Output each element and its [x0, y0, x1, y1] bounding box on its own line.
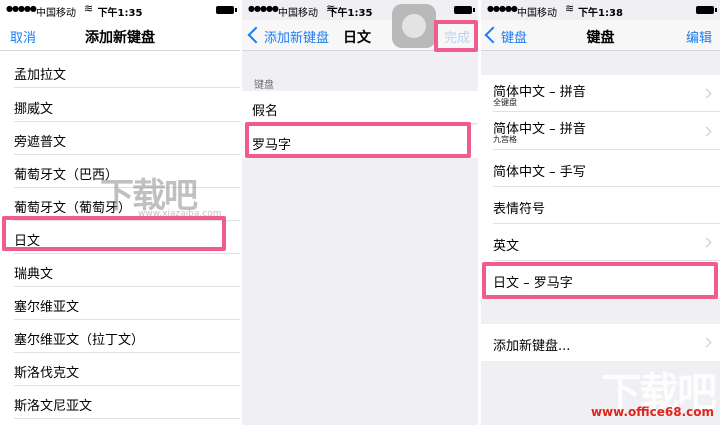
- highlight-box: [2, 216, 226, 251]
- edit-button[interactable]: 编辑: [686, 27, 712, 46]
- section-label: 键盘: [254, 80, 274, 91]
- add-keyboard-panel: ●●●●● 中国移动 ≋ 下午1:35 取消 添加新键盘 孟加拉文 挪威文 旁遮…: [0, 0, 240, 425]
- page-title: 添加新键盘: [85, 30, 155, 46]
- list-item-slovak[interactable]: 斯洛伐克文: [0, 353, 240, 386]
- highlight-box: [434, 20, 478, 52]
- status-bar: ●●●●● 中国移动 ≋ 下午1:35: [242, 0, 478, 20]
- clock: 下午1:38: [578, 8, 623, 19]
- list-item-pinyin-9key[interactable]: 简体中文 – 拼音 九宫格: [481, 112, 720, 150]
- list-item-emoji[interactable]: 表情符号: [481, 187, 720, 224]
- nav-bar: 取消 添加新键盘: [0, 20, 240, 51]
- japanese-panel: ●●●●● 中国移动 ≋ 下午1:35 添加新键盘 日文 完成 键盘 假名 罗马…: [242, 0, 478, 425]
- list-item-pinyin-full[interactable]: 简体中文 – 拼音 全键盘: [481, 75, 720, 112]
- watermark-url: www.xiazaiba.com: [138, 209, 222, 219]
- list-item-swedish[interactable]: 瑞典文: [0, 254, 240, 287]
- list-item-kana[interactable]: 假名: [242, 91, 478, 124]
- highlight-box: [245, 122, 471, 158]
- chevron-right-icon: [701, 337, 712, 348]
- highlight-box: [482, 262, 718, 299]
- list-item-serbian[interactable]: 塞尔维亚文: [0, 287, 240, 320]
- clock: 下午1:35: [97, 8, 143, 19]
- list-item-handwriting[interactable]: 简体中文 – 手写: [481, 150, 720, 187]
- list-item-english[interactable]: 英文: [481, 224, 720, 261]
- add-keyboard-button[interactable]: 添加新键盘...: [481, 324, 720, 361]
- chevron-right-icon: [701, 88, 712, 99]
- assistive-touch-button[interactable]: [392, 4, 436, 48]
- chevron-right-icon: [701, 237, 712, 248]
- list-item-bengali[interactable]: 孟加拉文: [0, 55, 240, 88]
- chevron-right-icon: [701, 126, 712, 137]
- clock: 下午1:35: [327, 8, 373, 19]
- battery-icon: [696, 6, 717, 14]
- list-item-norwegian[interactable]: 挪威文: [0, 89, 240, 122]
- nav-bar: 键盘 键盘 编辑: [481, 20, 720, 51]
- page-title: 键盘: [586, 30, 615, 46]
- status-bar: ●●●●● 中国移动 ≋ 下午1:35: [0, 0, 240, 20]
- brand-url: www.office68.com: [590, 405, 714, 419]
- list-item-slovenian[interactable]: 斯洛文尼亚文: [0, 386, 240, 419]
- battery-icon: [454, 6, 475, 14]
- battery-icon: [216, 6, 237, 14]
- list-item-punjabi[interactable]: 旁遮普文: [0, 122, 240, 155]
- list-item-serbian-latin[interactable]: 塞尔维亚文（拉丁文）: [0, 320, 240, 353]
- status-bar: ●●●●● 中国移动 ≋ 下午1:38: [481, 0, 720, 20]
- keyboards-panel: ●●●●● 中国移动 ≋ 下午1:38 键盘 键盘 编辑 简体中文 – 拼音 全…: [481, 0, 720, 425]
